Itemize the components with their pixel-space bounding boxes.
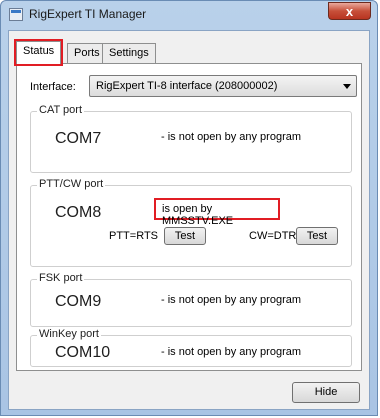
cat-port-group: CAT port COM7 - is not open by any progr… (30, 104, 352, 173)
ptt-cw-port-title: PTT/CW port (37, 178, 106, 190)
interface-select[interactable]: RigExpert TI-8 interface (208000002) (89, 75, 357, 97)
tab-status[interactable]: Status (13, 39, 64, 66)
status-panel: Interface: RigExpert TI-8 interface (208… (16, 63, 362, 371)
window-title: RigExpert TI Manager (29, 7, 147, 21)
winkey-port-title: WinKey port (37, 328, 101, 340)
close-button[interactable]: x (328, 2, 371, 20)
ptt-cw-com-port: COM8 (55, 204, 102, 221)
winkey-port-group: WinKey port COM10 - is not open by any p… (30, 328, 352, 367)
hide-button[interactable]: Hide (292, 382, 360, 403)
interface-value: RigExpert TI-8 interface (208000002) (96, 80, 278, 92)
tab-settings[interactable]: Settings (102, 43, 156, 63)
ptt-cw-port-group: PTT/CW port COM8 is open by MMSSTV.EXE P… (30, 178, 352, 267)
app-window: RigExpert TI Manager x Status Ports Sett… (0, 0, 378, 416)
fsk-port-title: FSK port (37, 272, 85, 284)
cw-test-button[interactable]: Test (296, 227, 338, 245)
fsk-port-status: - is not open by any program (161, 294, 302, 306)
ptt-cw-port-status: is open by MMSSTV.EXE (162, 203, 234, 227)
client-area: Status Ports Settings Interface: RigExpe… (8, 30, 370, 410)
ptt-label: PTT=RTS (109, 230, 159, 242)
cat-port-status: - is not open by any program (161, 131, 302, 143)
tab-ports[interactable]: Ports (67, 43, 107, 63)
cw-label: CW=DTR (249, 230, 297, 242)
chevron-down-icon (343, 84, 351, 89)
fsk-com-port: COM9 (55, 293, 102, 310)
app-window-icon (9, 8, 23, 21)
close-icon: x (345, 4, 354, 19)
cat-port-title: CAT port (37, 104, 84, 116)
interface-label: Interface: (30, 81, 76, 93)
ptt-cw-status-highlight: is open by MMSSTV.EXE (154, 198, 280, 227)
ptt-test-button[interactable]: Test (164, 227, 206, 245)
cat-com-port: COM7 (55, 130, 102, 147)
fsk-port-group: FSK port COM9 - is not open by any progr… (30, 272, 352, 327)
title-bar[interactable]: RigExpert TI Manager x (1, 1, 377, 29)
winkey-com-port: COM10 (55, 344, 111, 361)
winkey-port-status: - is not open by any program (161, 346, 302, 358)
